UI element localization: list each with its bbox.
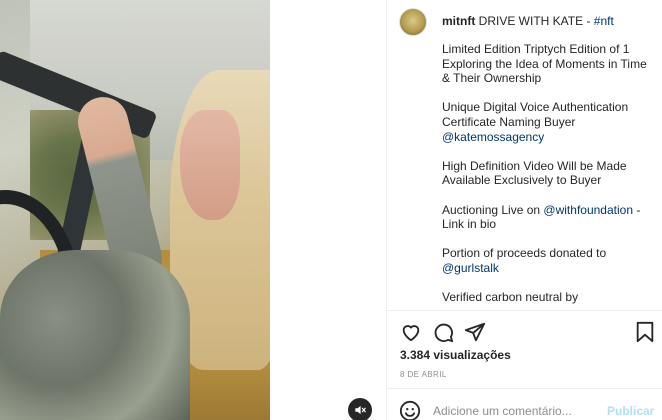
comment-bar: Publicar <box>387 392 662 420</box>
publish-button[interactable]: Publicar <box>607 404 654 418</box>
avatar[interactable] <box>399 8 427 36</box>
caption-paragraph: Portion of proceeds donated to @gurlstal… <box>442 246 657 275</box>
comment-input[interactable] <box>433 402 593 420</box>
video-person-face <box>180 110 240 220</box>
mention-link[interactable]: @gurlstalk <box>442 261 499 275</box>
video-person-sleeve <box>0 250 190 420</box>
bookmark-icon[interactable] <box>633 320 657 344</box>
caption-text: Unique Digital Voice Authentication Cert… <box>442 100 629 129</box>
view-count[interactable]: 3.384 visualizações <box>400 348 511 362</box>
post-actions <box>399 320 655 344</box>
heart-icon[interactable] <box>399 320 423 344</box>
username-link[interactable]: mitnft <box>442 14 475 28</box>
mention-link[interactable]: @withfoundation <box>543 203 633 217</box>
post-sidebar: mitnft DRIVE WITH KATE - #nft Limited Ed… <box>386 0 662 420</box>
comment-icon[interactable] <box>431 320 455 344</box>
caption-paragraph: Auctioning Live on @withfoundation - Lin… <box>442 203 657 232</box>
divider <box>387 310 662 311</box>
emoji-icon[interactable] <box>399 400 423 420</box>
caption-text: Auctioning Live on <box>442 202 541 217</box>
post-date[interactable]: 8 DE ABRIL <box>400 370 447 379</box>
post-header-line: mitnft DRIVE WITH KATE - #nft <box>442 14 614 28</box>
caption-paragraph: Limited Edition Triptych Edition of 1 Ex… <box>442 42 647 86</box>
volume-muted-icon[interactable] <box>348 398 372 420</box>
divider <box>387 388 662 389</box>
post-caption: Limited Edition Triptych Edition of 1 Ex… <box>442 42 657 319</box>
caption-paragraph: Verified carbon neutral by <box>442 290 579 305</box>
mention-link[interactable]: @katemossagency <box>442 130 544 144</box>
post-video[interactable] <box>0 0 270 420</box>
post-header: mitnft DRIVE WITH KATE - #nft <box>387 0 662 44</box>
post-title: DRIVE WITH KATE - <box>478 14 591 28</box>
caption-text: Portion of proceeds donated to <box>442 246 607 261</box>
caption-paragraph: High Definition Video Will be Made Avail… <box>442 158 627 188</box>
share-icon[interactable] <box>463 320 487 344</box>
caption-paragraph: Unique Digital Voice Authentication Cert… <box>442 100 657 144</box>
hashtag-link[interactable]: #nft <box>594 14 614 28</box>
